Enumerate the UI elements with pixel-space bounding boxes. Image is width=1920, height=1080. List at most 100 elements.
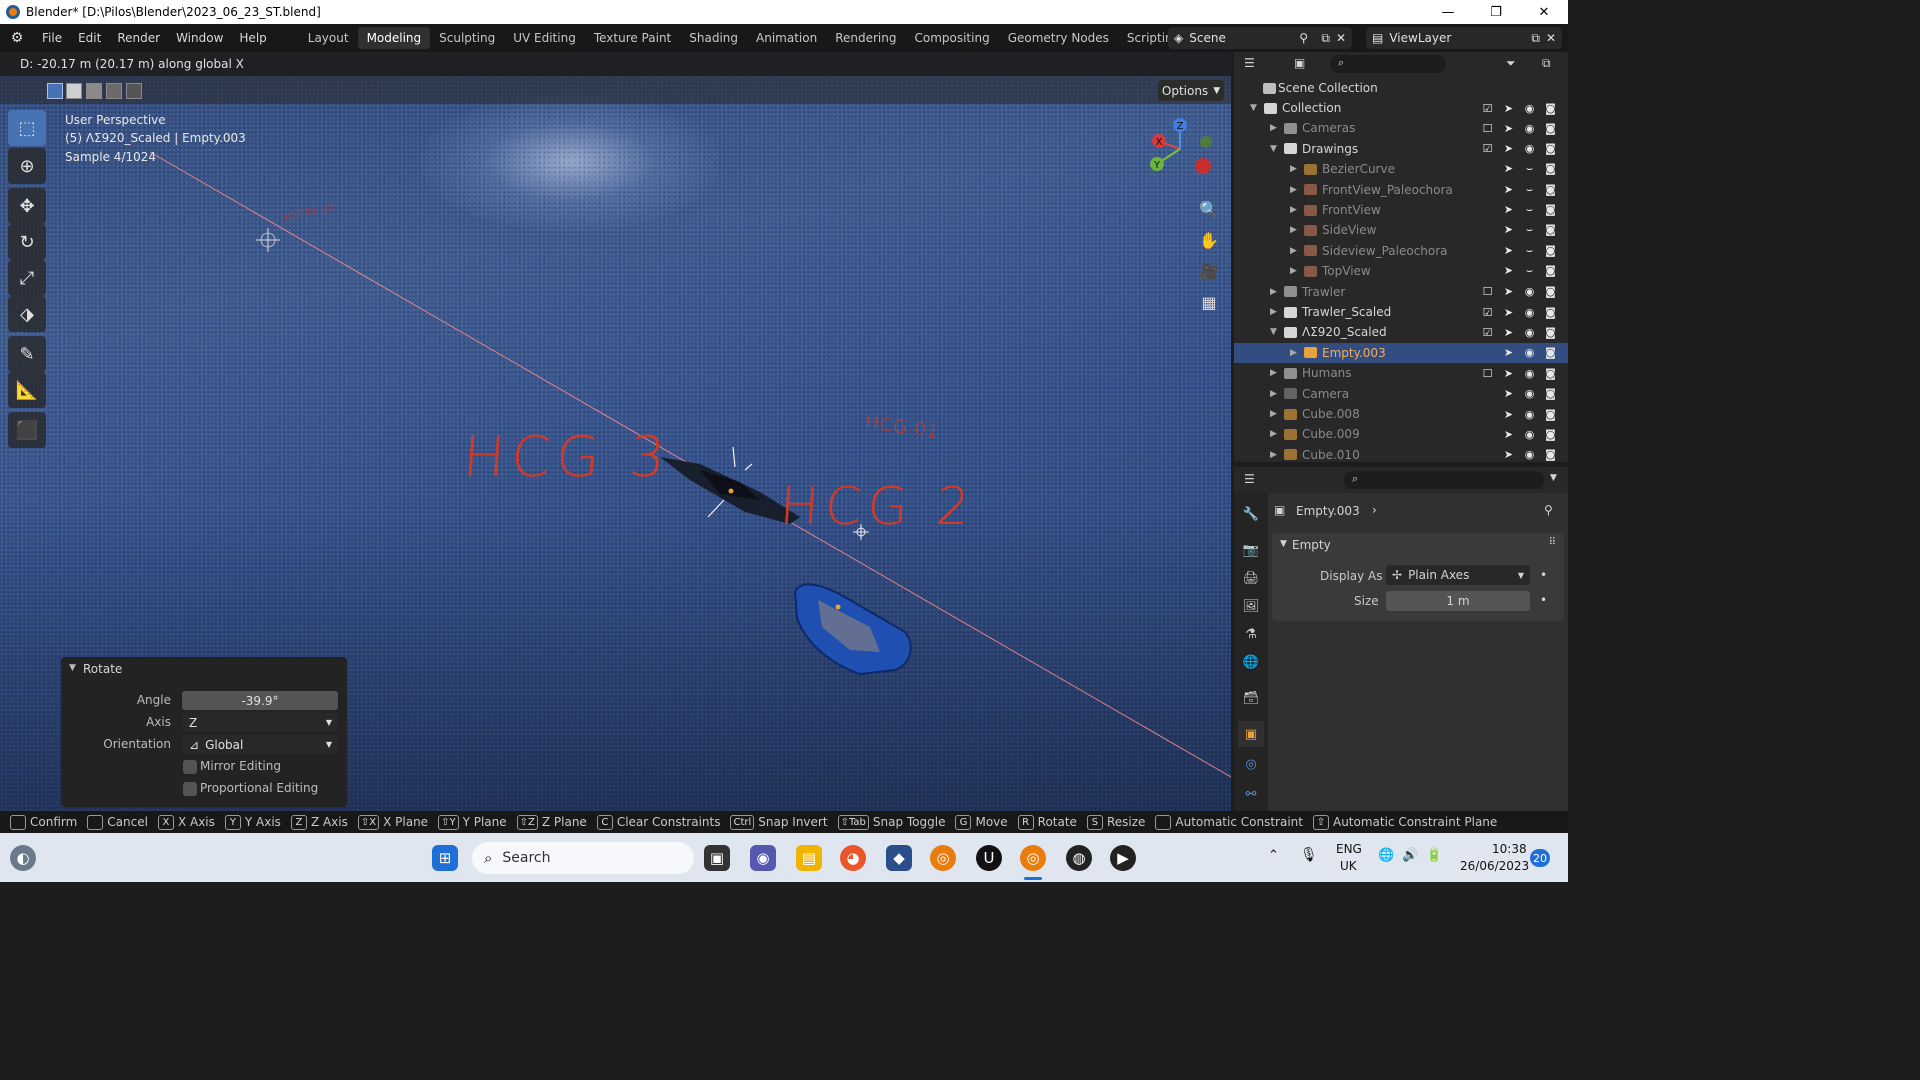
teams-icon[interactable]: ◉ — [750, 845, 776, 871]
eye-icon[interactable]: ◉ — [1522, 142, 1537, 155]
expand-right-icon[interactable]: ▶ — [1290, 246, 1297, 256]
render-camera-icon[interactable]: ◙ — [1543, 102, 1558, 115]
expand-right-icon[interactable]: ▶ — [1270, 287, 1277, 297]
view-layer-tab-icon[interactable]: 🖼 — [1238, 593, 1264, 619]
expand-right-icon[interactable]: ▶ — [1290, 164, 1297, 174]
taskbar-search-box[interactable]: ⌕ Search — [472, 842, 694, 874]
expand-right-icon[interactable]: ▶ — [1270, 409, 1277, 419]
axis-dropdown[interactable]: Z ▼ — [182, 713, 338, 732]
eye-icon[interactable]: ◉ — [1522, 285, 1537, 298]
menu-window[interactable]: Window — [168, 31, 231, 45]
network-icon[interactable]: 🌐 — [1378, 848, 1394, 863]
new-scene-icon[interactable]: ⧉ — [1321, 31, 1330, 46]
outliner-item[interactable]: ▶ Trawler_Scaled ☑ ➤ ◉ ◙ — [1234, 302, 1568, 322]
editor-type-icon[interactable]: ☰ — [1244, 472, 1255, 486]
render-camera-icon[interactable]: ◙ — [1543, 142, 1558, 155]
outliner-item[interactable]: ▶ Sideview_Paleochora ➤ ⌣ ◙ — [1234, 241, 1568, 261]
output-tab-icon[interactable]: 🖨 — [1238, 565, 1264, 591]
camera-view-icon[interactable]: 🎥 — [1196, 258, 1222, 284]
editor-type-icon[interactable]: ☰ — [1244, 56, 1255, 70]
expand-right-icon[interactable]: ▶ — [1290, 205, 1297, 215]
outliner-item[interactable]: ▶ SideView ➤ ⌣ ◙ — [1234, 220, 1568, 240]
eye-icon[interactable]: ⌣ — [1522, 203, 1537, 217]
render-camera-icon[interactable]: ◙ — [1543, 306, 1558, 319]
render-camera-icon[interactable]: ◙ — [1543, 408, 1558, 421]
render-camera-icon[interactable]: ◙ — [1543, 162, 1558, 176]
select-arrow-icon[interactable]: ➤ — [1501, 285, 1516, 298]
keyframe-dot-icon[interactable]: • — [1540, 593, 1547, 607]
scene-selector[interactable]: ◈ Scene ⚲ ⧉ ✕ — [1168, 27, 1352, 49]
rotate-tool-icon[interactable]: ↻ — [8, 224, 46, 260]
mirror-editing-checkbox[interactable] — [183, 760, 197, 774]
task-view-icon[interactable]: ▣ — [704, 845, 730, 871]
menu-render[interactable]: Render — [109, 31, 168, 45]
tab-shading[interactable]: Shading — [680, 27, 747, 49]
tab-uv-editing[interactable]: UV Editing — [504, 27, 585, 49]
render-camera-icon[interactable]: ◙ — [1543, 387, 1558, 400]
exclude-checkbox-icon[interactable]: ☐ — [1480, 285, 1495, 298]
close-button[interactable]: ✕ — [1520, 0, 1568, 24]
annotate-tool-icon[interactable]: ✎ — [8, 336, 46, 372]
tab-sculpting[interactable]: Sculpting — [430, 27, 504, 49]
region-label[interactable]: UK — [1340, 859, 1357, 873]
select-arrow-icon[interactable]: ➤ — [1501, 306, 1516, 319]
navigation-gizmo[interactable]: X Z Y — [1140, 114, 1220, 184]
size-field[interactable]: 1 m — [1386, 591, 1530, 611]
exclude-checkbox-icon[interactable]: ☑ — [1480, 102, 1495, 115]
render-camera-icon[interactable]: ◙ — [1543, 448, 1558, 461]
outliner-item[interactable]: ▶ Cube.008 ➤ ◉ ◙ — [1234, 404, 1568, 424]
eye-icon[interactable]: ⌣ — [1522, 183, 1537, 197]
pin-icon[interactable]: ⚲ — [1544, 503, 1553, 517]
tab-rendering[interactable]: Rendering — [826, 27, 905, 49]
delete-scene-icon[interactable]: ✕ — [1336, 31, 1346, 45]
drag-handle-icon[interactable]: ⠿ — [1549, 537, 1556, 548]
select-arrow-icon[interactable]: ➤ — [1501, 367, 1516, 380]
outliner-item[interactable]: ▼ ΛΣ920_Scaled ☑ ➤ ◉ ◙ — [1234, 322, 1568, 342]
select-subtract-icon[interactable] — [86, 83, 102, 99]
pan-hand-icon[interactable]: ✋ — [1196, 227, 1222, 253]
render-tab-icon[interactable]: 📷 — [1238, 537, 1264, 563]
display-as-dropdown[interactable]: ✢ Plain Axes ▼ — [1386, 565, 1530, 585]
exclude-checkbox-icon[interactable]: ☑ — [1480, 326, 1495, 339]
widgets-icon[interactable]: ◐ — [10, 845, 36, 871]
expand-right-icon[interactable]: ▶ — [1290, 266, 1297, 276]
eye-icon[interactable]: ◉ — [1522, 408, 1537, 421]
transform-tool-icon[interactable]: ⬗ — [8, 296, 46, 332]
render-camera-icon[interactable]: ◙ — [1543, 223, 1558, 237]
menu-file[interactable]: File — [34, 31, 70, 45]
select-arrow-icon[interactable]: ➤ — [1501, 387, 1516, 400]
outliner-item[interactable]: ▼ Collection ☑ ➤ ◉ ◙ — [1234, 98, 1568, 118]
expand-down-icon[interactable]: ▼ — [1270, 327, 1277, 337]
expand-right-icon[interactable]: ▶ — [1270, 368, 1277, 378]
eye-icon[interactable]: ◉ — [1522, 306, 1537, 319]
render-camera-icon[interactable]: ◙ — [1543, 183, 1558, 197]
start-button-icon[interactable]: ⊞ — [432, 845, 458, 871]
menu-help[interactable]: Help — [231, 31, 274, 45]
pin-icon[interactable]: ⚲ — [1299, 31, 1308, 45]
object-tab-icon[interactable]: ▣ — [1238, 721, 1264, 747]
select-arrow-icon[interactable]: ➤ — [1501, 408, 1516, 421]
chevron-down-icon[interactable]: ▼ — [1550, 473, 1557, 483]
select-arrow-icon[interactable]: ➤ — [1501, 448, 1516, 461]
expand-right-icon[interactable]: ▶ — [1290, 185, 1297, 195]
select-arrow-icon[interactable]: ➤ — [1501, 428, 1516, 441]
outliner-item[interactable]: ▶ Cameras ☐ ➤ ◉ ◙ — [1234, 118, 1568, 138]
select-arrow-icon[interactable]: ➤ — [1501, 183, 1516, 197]
move-tool-icon[interactable]: ✥ — [8, 188, 46, 224]
expand-right-icon[interactable]: ▶ — [1290, 348, 1297, 358]
expand-down-icon[interactable]: ▼ — [1250, 103, 1257, 113]
filter-icon[interactable]: ⏷ — [1506, 56, 1516, 71]
eye-icon[interactable]: ◉ — [1522, 387, 1537, 400]
menu-edit[interactable]: Edit — [70, 31, 109, 45]
select-arrow-icon[interactable]: ➤ — [1501, 122, 1516, 135]
blender-menu-icon[interactable]: ⚙ — [0, 30, 34, 46]
app-icon[interactable]: ◍ — [1066, 845, 1092, 871]
eye-icon[interactable]: ◉ — [1522, 346, 1537, 359]
cursor-tool-icon[interactable]: ⊕ — [8, 148, 46, 184]
outliner-item[interactable]: ▶ FrontView_Paleochora ➤ ⌣ ◙ — [1234, 180, 1568, 200]
collapse-chevron-icon[interactable]: ▼ — [1280, 539, 1287, 549]
properties-search-field[interactable] — [1344, 471, 1544, 489]
render-camera-icon[interactable]: ◙ — [1543, 122, 1558, 135]
outliner-item[interactable]: ▶ Cube.009 ➤ ◉ ◙ — [1234, 424, 1568, 444]
tab-modeling[interactable]: Modeling — [357, 27, 431, 49]
